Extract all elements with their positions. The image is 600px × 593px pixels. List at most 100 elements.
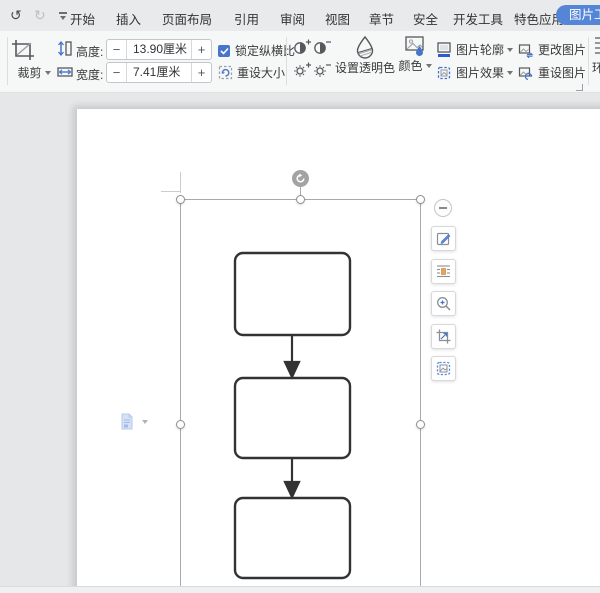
text-wrap-icon [436,264,451,279]
selection-border-right [420,199,421,593]
customize-toolbar-icon[interactable] [58,12,68,20]
minus-icon [439,207,447,209]
set-transparent-color-button[interactable]: 设置透明色 [334,35,396,76]
change-picture-icon [518,42,534,58]
magnifier-plus-icon [436,296,451,311]
tab-6[interactable]: 视图 [325,9,350,28]
reset-size-label: 重设大小 [237,64,285,81]
picture-beautify-icon [436,361,451,376]
reset-size-icon [218,65,233,80]
reset-size-button[interactable]: 重设大小 [218,64,285,81]
change-picture-label: 更改图片 [538,41,586,58]
color-label: 颜色 [398,59,431,73]
dialog-launcher-icon[interactable] [576,84,583,91]
crop-icon [436,329,451,344]
height-label: 高度: [76,43,103,60]
chevron-down-icon [142,420,148,424]
lock-aspect-ratio-checkbox[interactable]: 锁定纵横比 [218,42,295,59]
resize-handle-middle-right[interactable] [416,420,425,429]
set-transparent-color-label: 设置透明色 [335,61,395,75]
chevron-down-icon [45,71,51,75]
selected-flowchart-picture[interactable] [225,244,360,589]
page-settings-icon [120,413,134,430]
picture-beautify-button[interactable] [431,356,456,381]
rotation-handle[interactable] [292,170,309,187]
tab-2[interactable]: 插入 [116,9,141,28]
tab-8[interactable]: 安全 [413,9,438,28]
redo-icon[interactable]: ↻ [34,6,46,24]
height-stepper: − 13.90厘米 + [106,39,212,60]
wps-writer-window: { "window": { "tabs": ["开始", "插入", "页面布局… [0,0,600,593]
increase-contrast-icon[interactable] [293,39,311,55]
edit-picture-icon [436,231,451,246]
tab-1[interactable]: 开始 [70,9,95,28]
picture-outline-label: 图片轮廓 [456,41,504,58]
ribbon-separator [588,37,589,85]
decrease-contrast-icon[interactable] [313,39,331,55]
decrease-brightness-icon[interactable] [313,62,331,78]
width-input[interactable]: 7.41厘米 [126,63,192,82]
chevron-down-icon [60,16,66,20]
ribbon-separator [286,37,287,85]
float-toolbar-collapse-button[interactable] [434,199,452,217]
width-decrease-button[interactable]: − [107,63,126,82]
flowchart-box-2 [235,378,350,458]
flowchart-arrowhead-1 [285,362,299,377]
picture-outline-button[interactable]: 图片轮廓 [436,41,513,58]
picture-tools-ribbon: 裁剪 高度: − 13.90厘米 + 宽度: − 7.41厘米 + 锁定纵横比 [0,31,600,93]
picture-effects-label: 图片效果 [456,64,504,81]
resize-handle-top-right[interactable] [416,195,425,204]
tab-3[interactable]: 页面布局 [162,9,212,28]
flowchart-box-1 [235,253,350,335]
view-original-size-button[interactable] [431,291,456,316]
crop-picture-button[interactable] [431,324,456,349]
wrap-text-button[interactable]: 环绕 [592,35,600,76]
tab-5[interactable]: 审阅 [280,9,305,28]
ribbon-separator [7,37,8,85]
color-button[interactable]: 颜色 [396,35,434,74]
reset-picture-icon [518,65,534,81]
tab-7[interactable]: 章节 [369,9,394,28]
picture-effects-icon [436,65,452,81]
resize-handle-top-center[interactable] [296,195,305,204]
reset-picture-label: 重设图片 [538,64,586,81]
crop-icon [10,38,36,62]
page-settings-button[interactable] [120,413,152,433]
undo-icon[interactable]: ↺ [10,6,22,24]
tab-4[interactable]: 引用 [234,9,259,28]
increase-brightness-icon[interactable] [293,62,311,78]
picture-color-icon [404,35,426,57]
crop-button[interactable]: 裁剪 [10,35,58,89]
margin-corner-mark [180,172,181,193]
customize-bar [59,12,67,14]
crop-label: 裁剪 [10,64,58,81]
flowchart-arrowhead-2 [285,482,299,497]
status-bar-edge [0,586,600,593]
droplet-icon [354,35,376,59]
height-icon [57,40,72,57]
resize-handle-top-left[interactable] [176,195,185,204]
edit-picture-button[interactable] [431,226,456,251]
resize-handle-middle-left[interactable] [176,420,185,429]
width-label: 宽度: [76,66,103,83]
height-decrease-button[interactable]: − [107,40,126,59]
margin-corner-mark [161,191,180,192]
width-icon [57,64,73,78]
chevron-down-icon [507,71,513,75]
tab-9[interactable]: 开发工具 [453,9,503,28]
tab-picture-tools-active[interactable]: 图片工具 [556,5,600,25]
menu-tab-bar: ↺ ↻ 开始插入页面布局引用审阅视图章节安全开发工具特色应用 图片工具 [0,0,600,31]
width-stepper: − 7.41厘米 + [106,62,212,83]
text-wrap-button[interactable] [431,259,456,284]
document-workspace [0,94,600,593]
reset-picture-button[interactable]: 重设图片 [518,64,586,81]
picture-outline-icon [436,42,452,58]
width-increase-button[interactable]: + [192,63,211,82]
chevron-down-icon [507,48,513,52]
picture-effects-button[interactable]: 图片效果 [436,64,513,81]
checkbox-checked-icon [218,45,230,57]
height-increase-button[interactable]: + [192,40,211,59]
height-input[interactable]: 13.90厘米 [126,40,192,59]
change-picture-button[interactable]: 更改图片 [518,41,586,58]
selection-border-left [180,199,181,593]
